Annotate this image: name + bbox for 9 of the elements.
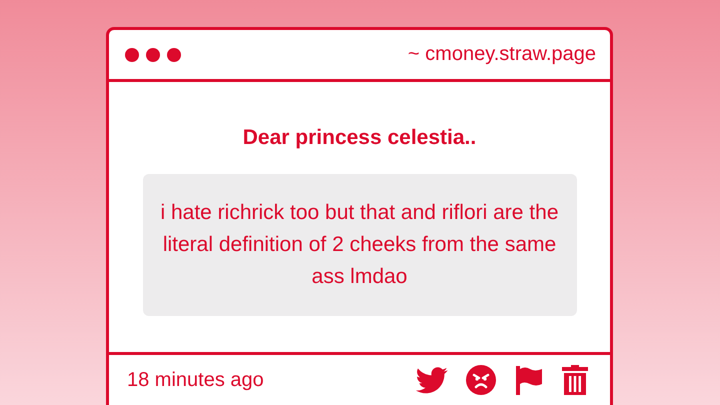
trash-icon[interactable] — [562, 365, 588, 395]
message-body: i hate richrick too but that and riflori are the literal definition of 2 cheeks from the same ass lmdao — [142, 174, 576, 316]
window-dots-icon — [124, 46, 182, 62]
angry-face-icon[interactable] — [466, 365, 496, 395]
flag-icon[interactable] — [514, 365, 544, 395]
site-address[interactable]: ~ cmoney.straw.page — [408, 43, 596, 66]
message-title: Dear princess celestia.. — [242, 126, 476, 150]
bird-icon[interactable] — [416, 366, 448, 394]
timestamp: 18 minutes ago — [127, 368, 264, 392]
